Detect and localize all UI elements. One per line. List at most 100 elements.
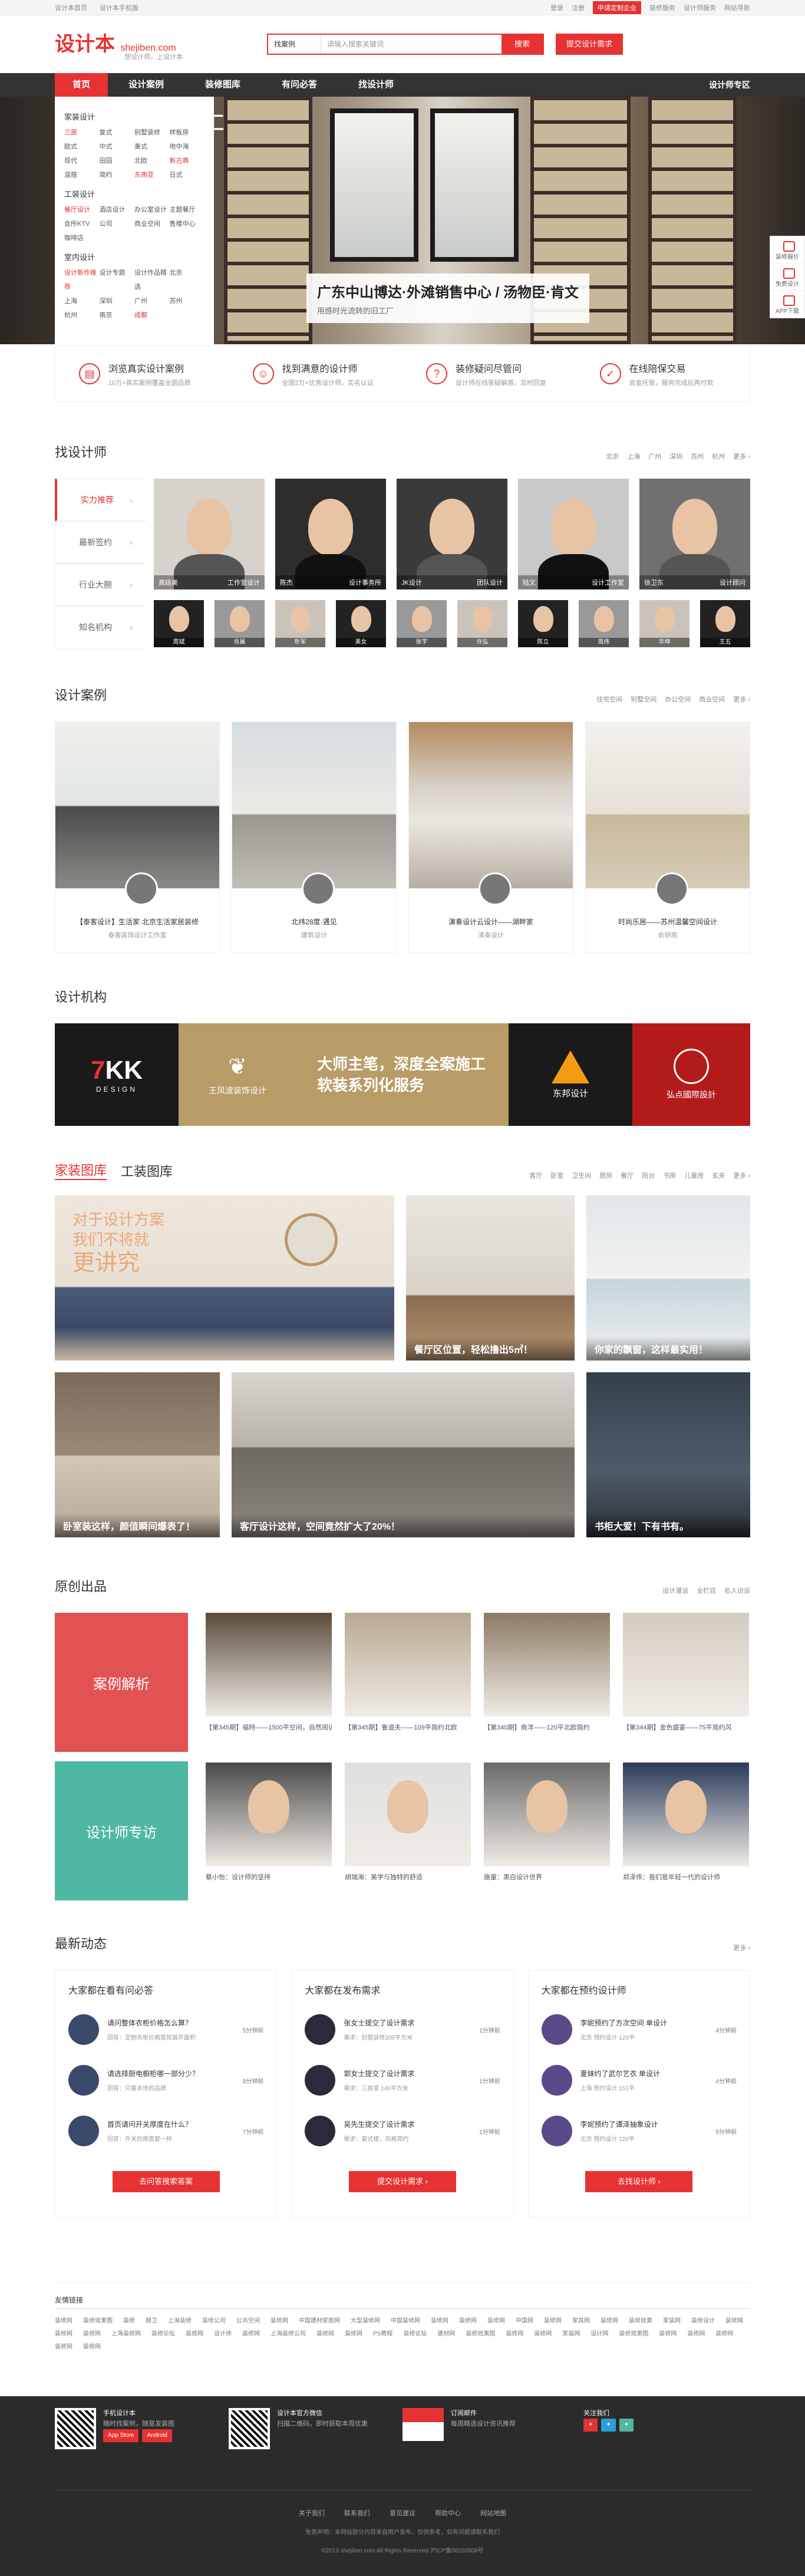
dropdown-link[interactable]: 成都 [134, 308, 170, 322]
designer-card[interactable]: 陆文 设计工作室 [518, 479, 629, 589]
dropdown-link[interactable]: 别墅装修 [134, 126, 170, 140]
friend-link[interactable]: 中国建材家居网 [299, 2316, 340, 2327]
filter-tag[interactable]: 杭州 [712, 452, 725, 461]
android-button[interactable]: Android [142, 2429, 172, 2442]
designer-thumb[interactable]: 周伟 [579, 600, 629, 647]
friend-link[interactable]: 装修网 [687, 2329, 705, 2340]
news-action-button[interactable]: 去找设计师 › [585, 2171, 693, 2192]
filter-tag[interactable]: 北京 [606, 452, 619, 461]
friend-link[interactable]: 上海装修公司 [270, 2329, 306, 2340]
news-item[interactable]: 郭女士提交了设计需求 需求：三居室 140平方米 1分钟前 [305, 2063, 500, 2098]
dropdown-link[interactable]: 新古典 [170, 154, 205, 168]
service-escrow[interactable]: ✓ 在线陪保交易 资金托管，服务完成后再付款 [576, 361, 750, 387]
friend-link[interactable]: 装修网 [270, 2316, 288, 2327]
filter-tag[interactable]: 名人访谈 [724, 1586, 750, 1595]
friend-link[interactable]: 装修论坛 [403, 2329, 427, 2340]
filter-tag[interactable]: 阳台 [642, 1171, 655, 1180]
designer-interview-block[interactable]: 设计师专访 [55, 1761, 188, 1900]
filter-tag[interactable]: 深圳 [669, 452, 682, 461]
friend-link[interactable]: 设计师 [214, 2329, 232, 2340]
dropdown-link[interactable]: 餐厅设计 [64, 203, 100, 217]
friend-link[interactable]: 装修论坛 [151, 2329, 175, 2340]
news-item[interactable]: 首页请问开关厚度在什么？ 回答：开关的厚度都一样 7分钟前 [68, 2113, 263, 2149]
gallery-item[interactable]: 你家的飘窗，这样最实用！ [586, 1195, 750, 1361]
filter-tag[interactable]: 更多 › [733, 1171, 750, 1180]
original-card[interactable]: 【第345期】福特——1500平空间，自然阅读观景室 [206, 1613, 332, 1751]
gallery-item[interactable]: 客厅设计这样，空间竟然扩大了20%！ [232, 1372, 575, 1537]
decor-service-link[interactable]: 装修服务 [649, 3, 675, 12]
login-link[interactable]: 登录 [550, 3, 563, 12]
filter-tag[interactable]: 更多 › [733, 694, 750, 704]
designer-tab[interactable]: 实力推荐 [55, 479, 146, 521]
filter-tag[interactable]: 客厅 [529, 1171, 542, 1180]
dropdown-link[interactable]: 苏州 [170, 294, 205, 308]
dropdown-link[interactable]: 设计专题 [100, 266, 135, 294]
footer-nav[interactable]: 关于我们 联系我们 意见建议 帮助中心 网站地图 [0, 2508, 805, 2518]
dropdown-link[interactable]: 公司 [100, 217, 135, 231]
dropdown-link[interactable]: 中式 [100, 140, 135, 154]
dropdown-link[interactable]: 样板房 [170, 126, 205, 140]
dropdown-link[interactable]: 会所KTV [64, 217, 100, 231]
friend-link[interactable]: 上海装修网 [111, 2329, 141, 2340]
original-card[interactable]: 施童：黑白设计世界 [484, 1763, 610, 1900]
designer-tab[interactable]: 行业大腕 [55, 564, 146, 606]
friend-link[interactable]: 装修网 [487, 2316, 505, 2327]
dropdown-link[interactable]: 深圳 [100, 294, 135, 308]
friend-link[interactable]: 设计网 [590, 2329, 608, 2340]
float-free-design[interactable]: 免费设计 [770, 263, 804, 291]
case-card[interactable]: 北纬28度·遇见 建筑设计 [232, 722, 397, 953]
friend-link[interactable]: 装修效果图 [466, 2329, 495, 2340]
qq-icon[interactable]: ✦ [601, 2419, 616, 2432]
designer-thumb[interactable]: 张宇 [397, 600, 447, 647]
org-7kk[interactable]: 7KK DESIGN [55, 1023, 179, 1126]
friend-link[interactable]: 中国网 [516, 2316, 533, 2327]
filter-tag[interactable]: 厨房 [599, 1171, 612, 1180]
filter-tag[interactable]: 上海 [627, 452, 640, 461]
friend-link[interactable]: 装修网 [534, 2329, 552, 2340]
hero-banner[interactable]: 名家汇 广东中山博达·外滩销售中心 / 汤物臣·肯文 用感时光流转的旧工厂 家装… [0, 97, 805, 344]
friend-link[interactable]: 大型装修网 [351, 2316, 380, 2327]
friend-link[interactable]: 装修网 [242, 2329, 260, 2340]
friend-link[interactable]: 装修网 [715, 2329, 733, 2340]
float-quote[interactable]: 装修报价 [770, 236, 804, 263]
friend-link[interactable]: 装修网 [83, 2329, 101, 2340]
designer-thumb[interactable]: 肖晨 [215, 600, 265, 647]
friend-link[interactable]: 公共空间 [236, 2316, 260, 2327]
dropdown-link[interactable]: 混搭 [64, 168, 100, 182]
dropdown-link[interactable]: 地中海 [170, 140, 205, 154]
dropdown-link[interactable]: 田园 [100, 154, 135, 168]
service-qa[interactable]: ? 装修疑问尽管问 设计师在线答疑解惑，及时回复 [402, 361, 576, 387]
dropdown-link[interactable]: 售楼中心 [170, 217, 205, 231]
search-type-select[interactable]: 找案例 [268, 35, 321, 54]
designer-card[interactable]: 徐卫东 设计顾问 [639, 479, 750, 589]
friend-link[interactable]: 建材网 [437, 2329, 455, 2340]
nav-home[interactable]: 首页 [55, 73, 108, 97]
gallery-item[interactable]: 卧室装这样，颜值瞬间爆表了！ [55, 1372, 220, 1537]
friend-link[interactable]: 装修网 [725, 2316, 743, 2327]
nav-qa[interactable]: 有问必答 [261, 73, 338, 97]
logo[interactable]: 设计本 shejiben.com 想设计师，上设计本 [55, 28, 267, 61]
dropdown-link[interactable]: 设计新作推荐 [64, 266, 100, 294]
news-item[interactable]: 李妮预约了谭泽抽象设计 北京 预约设计 120平 5分钟前 [541, 2113, 737, 2149]
friend-link[interactable]: 中国装修网 [391, 2316, 420, 2327]
dropdown-link[interactable]: 美式 [134, 140, 170, 154]
friend-link[interactable]: 装修网 [186, 2329, 203, 2340]
news-item[interactable]: 李妮预约了方次空间 单设计 北京 预约设计 120平 4分钟前 [541, 2012, 737, 2047]
dropdown-link[interactable]: 酒店设计 [100, 203, 135, 217]
filter-tag[interactable]: 苏州 [691, 452, 704, 461]
friend-link[interactable]: 装修效果 [629, 2316, 652, 2327]
dropdown-link[interactable]: 杭州 [64, 308, 100, 322]
filter-tag[interactable]: 办公空间 [665, 694, 691, 704]
nav-designer-zone[interactable]: 设计师专区 [709, 79, 750, 91]
friend-link[interactable]: 装修网 [55, 2329, 72, 2340]
friend-link[interactable]: 装修效果图 [83, 2316, 113, 2327]
designer-thumb[interactable]: 王五 [700, 600, 750, 647]
news-action-button[interactable]: 提交设计需求 › [348, 2171, 456, 2192]
nav-gallery[interactable]: 装修图库 [184, 73, 261, 97]
dropdown-link[interactable]: 简约 [100, 168, 135, 182]
gallery-item[interactable]: 餐厅区位置，轻松撸出5㎡！ [406, 1195, 575, 1361]
dropdown-link[interactable]: 现代 [64, 154, 100, 168]
filter-tag[interactable]: 书房 [663, 1171, 676, 1180]
filter-tag[interactable]: 更多 › [733, 452, 750, 461]
filter-tag[interactable]: 别墅空间 [631, 694, 656, 704]
